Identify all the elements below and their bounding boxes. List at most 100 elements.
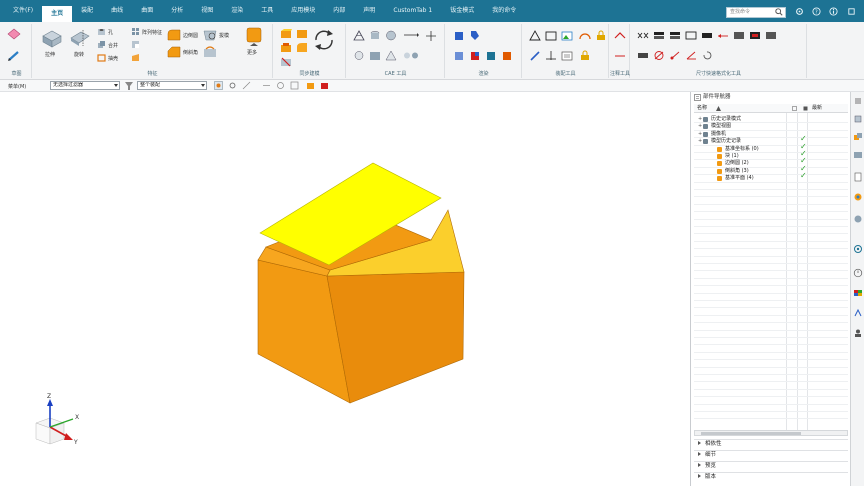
dimension-reset-icon[interactable] [701,50,713,61]
replace-face-icon[interactable] [296,28,308,39]
restore-icon[interactable] [847,7,856,16]
scrollbar-thumb[interactable] [701,432,801,435]
camera-icon[interactable] [502,50,512,61]
lighting-icon[interactable] [486,50,496,61]
sort-ascending-icon[interactable] [716,106,721,111]
menu-tab-render[interactable]: 渲染 [222,0,252,22]
menu-tab-applications[interactable]: 应用模块 [282,0,324,22]
menu-button[interactable]: 菜单(M) [8,83,26,90]
dimension-xx-icon[interactable] [637,30,649,41]
list-icon[interactable] [561,50,573,61]
triangle-icon[interactable] [529,30,541,41]
model-canvas[interactable]: Z Y X [0,92,690,486]
pen-icon[interactable] [529,50,541,61]
dimension-style-icon[interactable] [733,30,745,41]
section-dependencies[interactable]: 相依性 [694,439,848,448]
dimension-note-icon[interactable] [749,30,761,41]
snap-icon[interactable] [214,81,223,90]
column-name-header[interactable]: 名称 [697,104,707,113]
sketch-icon[interactable] [7,28,21,40]
menu-tab-mycommands[interactable]: 我的命令 [483,0,525,22]
snap-quadrant-icon[interactable] [290,81,299,90]
history-icon[interactable] [853,244,863,254]
resize-blend-icon[interactable] [296,42,308,53]
dimension-angle-icon[interactable] [685,50,697,61]
mesh-icon[interactable] [353,30,365,41]
subtract-icon[interactable] [131,40,140,49]
dimension-tolerance-icon[interactable] [653,30,665,41]
column-latest-header[interactable]: 最新 [812,104,822,113]
sketch-pencil-icon[interactable] [7,50,21,62]
constraint-icon[interactable] [353,50,365,61]
snap-end-icon[interactable] [242,81,251,90]
scene-icon[interactable] [454,50,464,61]
menu-tab-sheetmetal[interactable]: 钣金模式 [441,0,483,22]
snap-center-icon[interactable] [276,81,285,90]
menu-tab-surface[interactable]: 曲面 [132,0,162,22]
hole-icon[interactable] [97,27,106,36]
lock-icon[interactable] [579,50,591,61]
rectangle-icon[interactable] [545,30,557,41]
menu-tab-view[interactable]: 视图 [192,0,222,22]
offset-face-icon[interactable] [280,42,292,53]
assembly-navigator-icon[interactable] [853,114,863,124]
dimension-alt-icon[interactable] [765,30,777,41]
settings-icon[interactable] [795,7,804,16]
system-materials-icon[interactable] [853,288,863,298]
section-version[interactable]: 版本 [694,472,848,481]
hd3d-tools-icon[interactable] [853,192,863,202]
gauge-icon[interactable] [579,30,591,41]
part-navigator-icon[interactable] [853,150,863,160]
menu-tab-tools[interactable]: 工具 [252,0,282,22]
move-face-icon[interactable] [280,28,292,39]
part-icon[interactable] [306,81,315,90]
axis-icon[interactable] [545,50,557,61]
result-icon[interactable] [385,50,397,61]
dimension-check-icon[interactable] [637,50,649,61]
roles-icon[interactable] [853,328,863,338]
process-studio-icon[interactable] [853,308,863,318]
search-icon[interactable] [775,8,783,16]
load-icon[interactable] [403,30,419,41]
menu-tab-internal[interactable]: 内部 [324,0,354,22]
contact-icon[interactable] [403,50,419,61]
help-icon[interactable]: ? [812,7,821,16]
web-browser-icon[interactable] [853,214,863,224]
horizontal-scrollbar[interactable] [694,430,848,436]
lock-icon[interactable] [595,30,607,41]
dimension-radius-icon[interactable] [669,50,681,61]
pattern-feature-icon[interactable] [131,27,140,36]
selection-filter-dropdown[interactable]: 无选择过滤器 [50,81,120,90]
material-icon[interactable] [454,30,464,41]
part-front-face[interactable] [326,271,465,404]
menu-tab-curve[interactable]: 曲线 [102,0,132,22]
chamfer-icon[interactable] [167,46,181,58]
dimension-icon[interactable] [614,50,626,61]
draft-icon[interactable] [203,29,217,41]
constraint-navigator-icon[interactable] [853,132,863,142]
delete-face-icon[interactable] [280,56,292,67]
more-icon[interactable] [245,26,263,46]
edge-blend-icon[interactable] [167,29,181,41]
snap-mid-icon[interactable] [262,81,271,90]
dimension-text-icon[interactable] [701,30,713,41]
revolve-icon[interactable] [69,28,91,48]
variable-blend-icon[interactable] [203,46,217,58]
assembly-icon[interactable] [320,81,329,90]
tag-icon[interactable] [470,30,480,41]
graphics-window[interactable]: Z Y X [0,92,690,486]
dimension-diameter-icon[interactable] [653,50,665,61]
menu-icon[interactable] [853,96,863,106]
shell-icon[interactable] [97,53,106,62]
dimension-box-icon[interactable] [685,30,697,41]
section-preview[interactable]: 预览 [694,461,848,470]
menu-tab-customtab[interactable]: CustomTab 1 [384,0,441,22]
menu-tab-assembly[interactable]: 装配 [72,0,102,22]
texture-icon[interactable] [470,50,480,61]
info-icon[interactable] [829,7,838,16]
menu-tab-file[interactable]: 文件(F) [4,0,42,22]
solution-icon[interactable] [369,50,381,61]
unite-icon[interactable] [97,40,106,49]
selection-scope-dropdown[interactable]: 整个装配 [137,81,207,90]
dimension-limit-icon[interactable] [669,30,681,41]
